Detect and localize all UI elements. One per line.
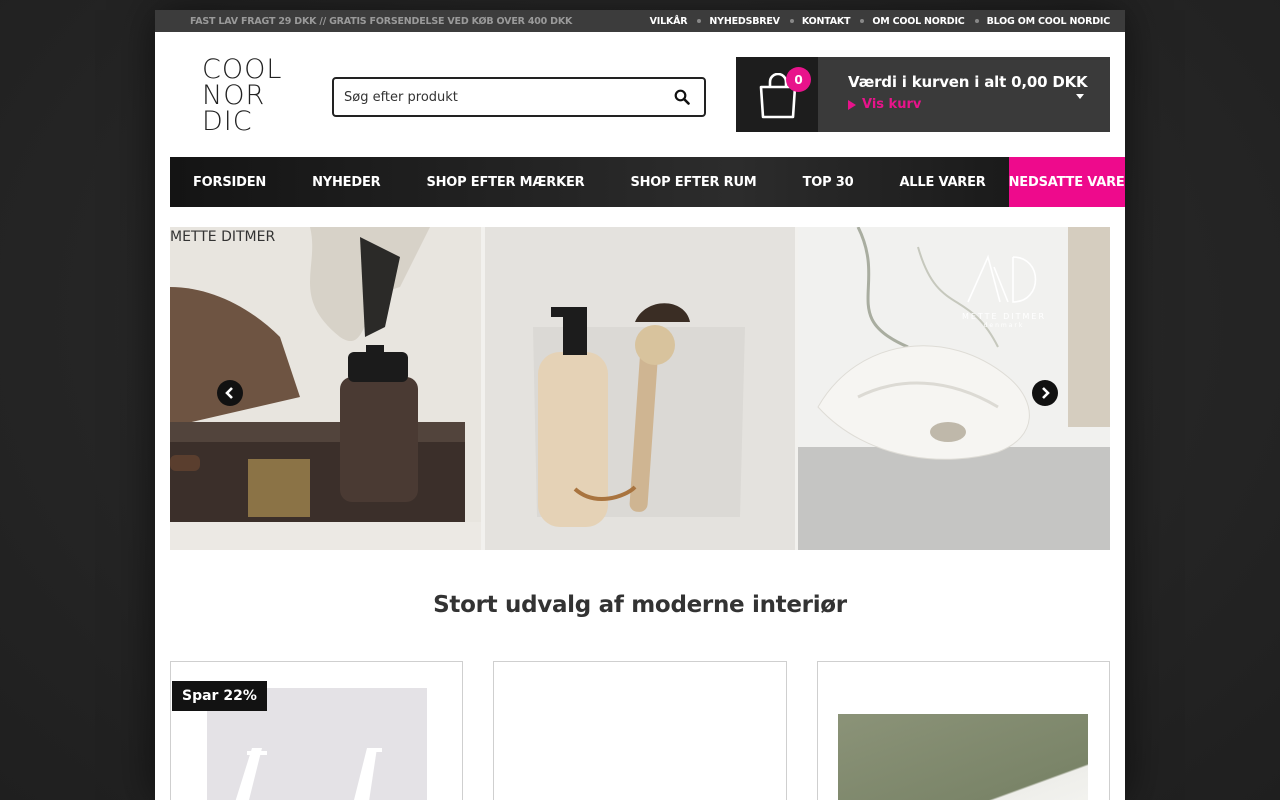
nav-item-shop-efter-maerker[interactable]: SHOP EFTER MÆRKER: [403, 157, 607, 207]
search-input[interactable]: [334, 89, 654, 105]
logo-line: DIC: [202, 106, 253, 137]
slide-illustration: METTE DITMER denmark: [798, 227, 1110, 550]
nav-item-shop-efter-rum[interactable]: SHOP EFTER RUM: [607, 157, 779, 207]
link-vilkaar[interactable]: VILKÅR: [650, 16, 688, 27]
cart-info: Værdi i kurven i alt 0,00 DKK Vis kurv: [818, 57, 1110, 132]
separator-dot: [860, 19, 865, 23]
chevron-left-icon: [225, 387, 233, 399]
slide-brand-caption: METTE DITMER: [170, 229, 276, 245]
slide-image-shell-bowl: METTE DITMER denmark: [798, 227, 1110, 550]
nav-item-top-30[interactable]: TOP 30: [780, 157, 877, 207]
hero-slider[interactable]: METTE DITMER METTE DITMER denmark: [170, 227, 1110, 550]
nav-item-nedsatte-varer[interactable]: NEDSATTE VARER: [1008, 157, 1125, 207]
section-title: Stort udvalg af moderne interiør: [433, 592, 847, 618]
separator-dot: [697, 19, 702, 23]
shipping-promo: FAST LAV FRAGT 29 DKK // GRATIS FORSENDE…: [190, 15, 573, 27]
slide-illustration: [485, 227, 795, 550]
link-nyhedsbrev[interactable]: NYHEDSBREV: [709, 16, 780, 27]
cart-icon-box: 0: [736, 57, 818, 132]
top-links: VILKÅR NYHEDSBREV KONTAKT OM COOL NORDIC…: [650, 16, 1111, 27]
separator-dot: [974, 19, 979, 23]
link-kontakt[interactable]: KONTAKT: [802, 16, 851, 27]
mette-ditmer-logo-subtext: denmark: [984, 322, 1025, 329]
product-card[interactable]: Spar 22%: [170, 661, 463, 800]
page: FAST LAV FRAGT 29 DKK // GRATIS FORSENDE…: [155, 10, 1125, 800]
product-card[interactable]: [817, 661, 1110, 800]
cart-count-badge: 0: [786, 67, 811, 92]
chevron-right-icon: [1042, 387, 1050, 399]
slider-next-button[interactable]: [1032, 380, 1058, 406]
play-arrow-icon: [848, 99, 856, 110]
search-icon[interactable]: [674, 89, 690, 105]
mette-ditmer-logo-text: METTE DITMER: [962, 312, 1046, 321]
chevron-down-icon[interactable]: [1076, 94, 1084, 99]
show-cart-label: Vis kurv: [862, 97, 922, 112]
header: COOL NOR DIC 0 Værdi i kurven i alt 0,00…: [155, 32, 1125, 157]
discount-badge: Spar 22%: [172, 681, 267, 711]
slide-image-soap-dispenser: [485, 227, 795, 550]
product-image[interactable]: [838, 714, 1088, 800]
nav-item-forsiden[interactable]: FORSIDEN: [170, 157, 289, 207]
link-blog[interactable]: BLOG OM COOL NORDIC: [987, 16, 1111, 27]
product-card[interactable]: [493, 661, 787, 800]
top-bar: FAST LAV FRAGT 29 DKK // GRATIS FORSENDE…: [155, 10, 1125, 32]
slider-prev-button[interactable]: [217, 380, 243, 406]
nav-item-alle-varer[interactable]: ALLE VARER: [876, 157, 1008, 207]
search-box: [332, 77, 706, 117]
separator-dot: [789, 19, 794, 23]
link-om-cool-nordic[interactable]: OM COOL NORDIC: [872, 16, 964, 27]
mini-cart[interactable]: 0 Værdi i kurven i alt 0,00 DKK Vis kurv: [736, 57, 1110, 132]
show-cart-link[interactable]: Vis kurv: [848, 97, 1110, 112]
site-logo[interactable]: COOL NOR DIC: [202, 56, 302, 137]
cart-value: Værdi i kurven i alt 0,00 DKK: [848, 73, 1088, 91]
main-nav: FORSIDEN NYHEDER SHOP EFTER MÆRKER SHOP …: [170, 157, 1125, 207]
nav-item-nyheder[interactable]: NYHEDER: [289, 157, 403, 207]
